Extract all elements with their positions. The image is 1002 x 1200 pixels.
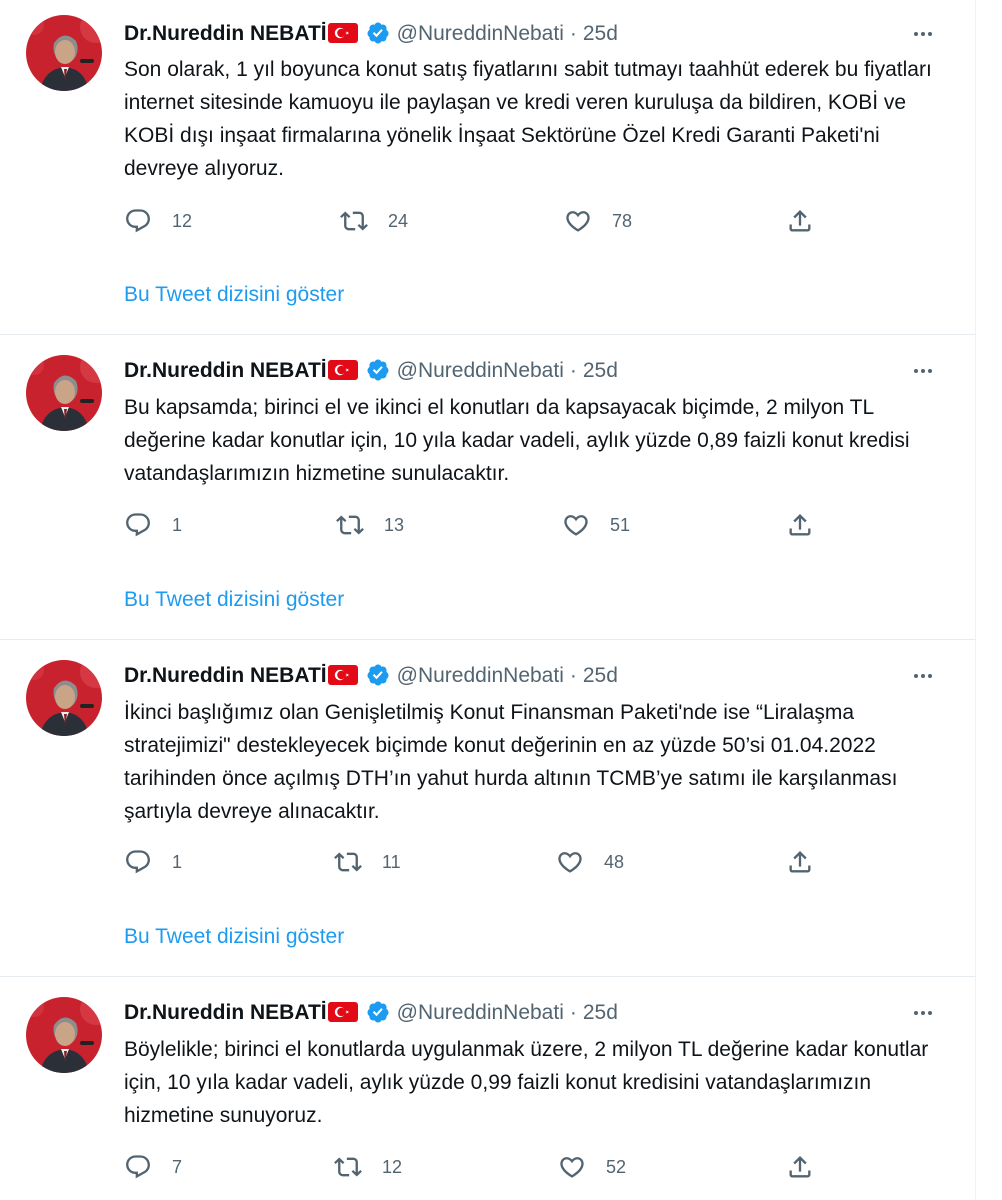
- tweet-time[interactable]: 25d: [583, 1001, 618, 1024]
- more-icon: [911, 359, 935, 383]
- reply-button[interactable]: 1: [124, 508, 182, 542]
- heart-icon: [558, 1153, 586, 1181]
- tweet-header: Dr.Nureddin NEBATİ @NureddinNebati · 25d: [124, 14, 945, 54]
- turkey-flag-icon: [328, 659, 358, 679]
- tweet-card[interactable]: Dr.Nureddin NEBATİ @NureddinNebati · 25d Bö…: [0, 977, 976, 1200]
- like-button[interactable]: 78: [564, 204, 632, 238]
- avatar[interactable]: [26, 15, 102, 91]
- reply-button[interactable]: 7: [124, 1150, 182, 1184]
- author-handle[interactable]: @NureddinNebati: [397, 359, 564, 382]
- retweet-button[interactable]: 11: [334, 845, 401, 879]
- separator-dot: ·: [569, 359, 577, 382]
- avatar[interactable]: [26, 355, 102, 431]
- author-name[interactable]: Dr.Nureddin NEBATİ: [124, 22, 327, 45]
- heart-icon: [564, 207, 592, 235]
- share-icon: [786, 511, 814, 539]
- retweet-button[interactable]: 13: [336, 508, 404, 542]
- author-name[interactable]: Dr.Nureddin NEBATİ: [124, 664, 327, 687]
- more-icon: [911, 1001, 935, 1025]
- like-count: 48: [604, 851, 625, 872]
- verified-badge-icon: [366, 661, 390, 685]
- share-icon: [786, 1153, 814, 1181]
- more-icon: [911, 664, 935, 688]
- author-handle[interactable]: @NureddinNebati: [397, 664, 564, 687]
- tweet-header: Dr.Nureddin NEBATİ @NureddinNebati · 25d: [124, 993, 945, 1033]
- reply-count: 1: [172, 514, 183, 535]
- tweet-text: Son olarak, 1 yıl boyunca konut satış fi…: [124, 58, 932, 180]
- share-icon: [786, 848, 814, 876]
- verified-badge-icon: [366, 356, 390, 380]
- separator-dot: ·: [569, 1001, 577, 1024]
- heart-icon: [556, 848, 584, 876]
- verified-badge-icon: [366, 998, 390, 1022]
- tweet-text: İkinci başlığımız olan Genişletilmiş Kon…: [124, 701, 898, 823]
- tweet-time[interactable]: 25d: [583, 22, 618, 45]
- tweet-header: Dr.Nureddin NEBATİ @NureddinNebati · 25d: [124, 351, 945, 391]
- more-options-button[interactable]: [905, 14, 941, 54]
- more-options-button[interactable]: [905, 993, 941, 1033]
- tweet-text: Bu kapsamda; birinci el ve ikinci el kon…: [124, 396, 910, 485]
- heart-icon: [562, 511, 590, 539]
- retweet-icon: [340, 207, 368, 235]
- share-icon: [786, 207, 814, 235]
- like-count: 78: [612, 210, 633, 231]
- turkey-flag-icon: [328, 17, 358, 37]
- more-icon: [911, 22, 935, 46]
- separator-dot: ·: [569, 22, 577, 45]
- author-name[interactable]: Dr.Nureddin NEBATİ: [124, 1001, 327, 1024]
- more-options-button[interactable]: [905, 351, 941, 391]
- share-button[interactable]: [786, 845, 814, 879]
- retweet-count: 11: [382, 851, 401, 872]
- tweet-card[interactable]: Dr.Nureddin NEBATİ @NureddinNebati · 25d So…: [0, 0, 976, 335]
- tweet-header: Dr.Nureddin NEBATİ @NureddinNebati · 25d: [124, 656, 945, 696]
- retweet-count: 12: [382, 1156, 403, 1177]
- turkey-flag-icon: [328, 996, 358, 1016]
- show-thread-link[interactable]: Bu Tweet dizisini göster: [124, 925, 344, 949]
- tweet-time[interactable]: 25d: [583, 664, 618, 687]
- share-button[interactable]: [786, 508, 814, 542]
- retweet-icon: [334, 848, 362, 876]
- retweet-button[interactable]: 12: [334, 1150, 402, 1184]
- reply-icon: [124, 1153, 152, 1181]
- reply-icon: [124, 511, 152, 539]
- avatar[interactable]: [26, 997, 102, 1073]
- tweet-card[interactable]: Dr.Nureddin NEBATİ @NureddinNebati · 25d Bu…: [0, 335, 976, 640]
- show-thread-link[interactable]: Bu Tweet dizisini göster: [124, 283, 344, 307]
- reply-count: 1: [172, 851, 183, 872]
- like-count: 52: [606, 1156, 627, 1177]
- reply-button[interactable]: 1: [124, 845, 182, 879]
- like-button[interactable]: 48: [556, 845, 624, 879]
- avatar[interactable]: [26, 660, 102, 736]
- show-thread-link[interactable]: Bu Tweet dizisini göster: [124, 588, 344, 612]
- retweet-icon: [336, 511, 364, 539]
- author-handle[interactable]: @NureddinNebati: [397, 22, 564, 45]
- author-handle[interactable]: @NureddinNebati: [397, 1001, 564, 1024]
- verified-badge-icon: [366, 19, 390, 43]
- separator-dot: ·: [569, 664, 577, 687]
- reply-icon: [124, 207, 152, 235]
- tweet-time[interactable]: 25d: [583, 359, 618, 382]
- retweet-button[interactable]: 24: [340, 204, 408, 238]
- turkey-flag-icon: [328, 354, 358, 374]
- reply-button[interactable]: 12: [124, 204, 192, 238]
- tweet-card[interactable]: Dr.Nureddin NEBATİ @NureddinNebati · 25d İk…: [0, 640, 976, 977]
- retweet-count: 24: [388, 210, 409, 231]
- more-options-button[interactable]: [905, 656, 941, 696]
- share-button[interactable]: [786, 1150, 814, 1184]
- tweet-feed: Dr.Nureddin NEBATİ @NureddinNebati · 25d So…: [0, 0, 1002, 1200]
- share-button[interactable]: [786, 204, 814, 238]
- retweet-icon: [334, 1153, 362, 1181]
- like-count: 51: [610, 514, 631, 535]
- reply-icon: [124, 848, 152, 876]
- reply-count: 12: [172, 210, 193, 231]
- like-button[interactable]: 51: [562, 508, 630, 542]
- tweet-text: Böylelikle; birinci el konutlarda uygula…: [124, 1038, 929, 1127]
- reply-count: 7: [172, 1156, 183, 1177]
- like-button[interactable]: 52: [558, 1150, 626, 1184]
- retweet-count: 13: [384, 514, 405, 535]
- author-name[interactable]: Dr.Nureddin NEBATİ: [124, 359, 327, 382]
